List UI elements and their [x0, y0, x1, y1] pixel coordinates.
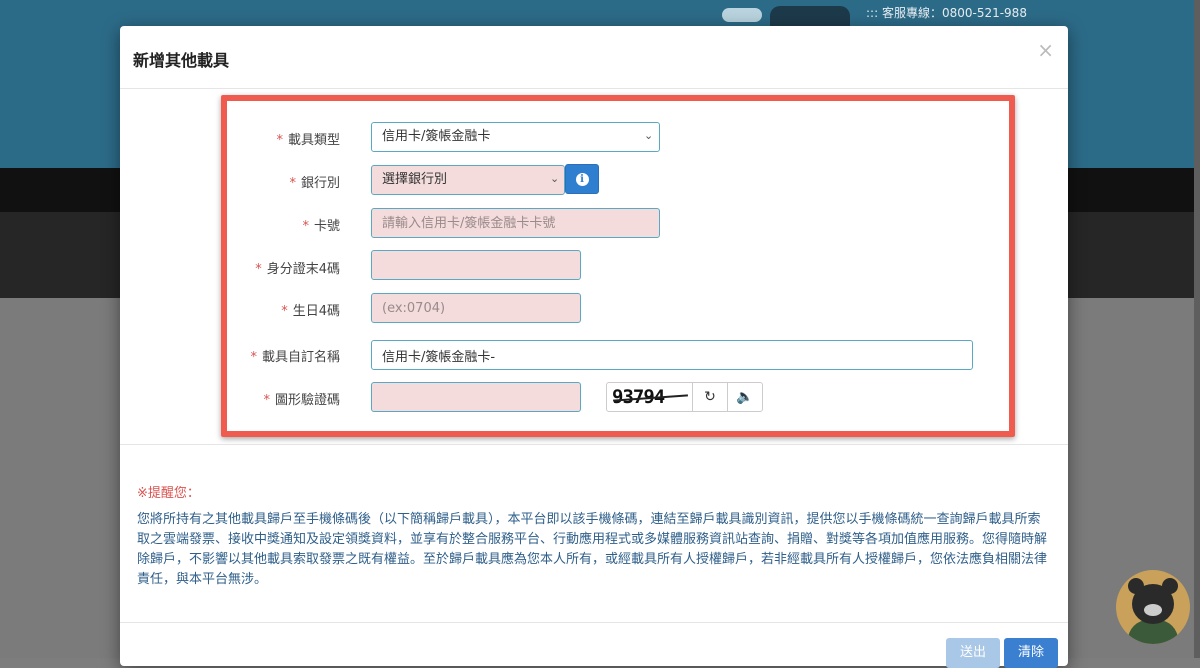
- add-carrier-modal: 新增其他載具 × * 載具類型 信用卡/簽帳金融卡 ⌄ * 銀行別 選擇銀行別 ⌄ …: [120, 26, 1068, 668]
- page-scrollbar[interactable]: [1194, 0, 1200, 658]
- clear-button[interactable]: 清除: [1004, 638, 1059, 668]
- chatbot-avatar[interactable]: [1116, 570, 1190, 644]
- close-icon[interactable]: ×: [1037, 38, 1054, 62]
- customer-service-hotline: ::: 客服專線：0800-521-988: [866, 6, 1027, 20]
- cloud-decoration: [722, 8, 762, 22]
- modal-header: 新增其他載具 ×: [120, 26, 1068, 89]
- reminder-title: ※提醒您：: [137, 486, 200, 501]
- send-button[interactable]: 送出: [946, 638, 1001, 668]
- modal-title: 新增其他載具: [133, 51, 230, 70]
- divider: [120, 444, 1068, 445]
- reminder-text: 您將所持有之其他載具歸戶至手機條碼後（以下簡稱歸戶載具），本平台即以該手機條碼，…: [137, 512, 1048, 587]
- divider: [120, 622, 1068, 623]
- highlight-annotation: [221, 95, 1015, 437]
- avatar-muzzle: [1144, 604, 1162, 616]
